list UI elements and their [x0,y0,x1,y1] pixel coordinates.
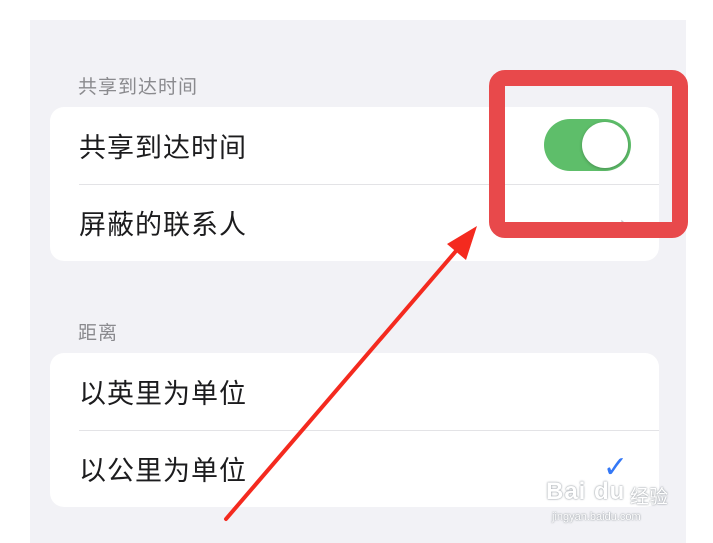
highlight-box [489,70,688,238]
stage: 共享到达时间 共享到达时间 屏蔽的联系人 › 距离 以英里为单位 以公里为单位 … [0,0,713,543]
watermark-brand: Bai du [546,478,626,505]
miles-unit-row[interactable]: 以英里为单位 [50,353,659,430]
share-arrival-time-label: 共享到达时间 [79,133,247,164]
baidu-jingyan-watermark: Bai du 经验 jingyan.baidu.com [546,478,686,528]
section-header-arrival-time: 共享到达时间 [78,76,199,98]
watermark-url: jingyan.baidu.com [552,511,641,523]
watermark-suffix: 经验 [630,486,669,508]
section-header-distance: 距离 [78,322,119,344]
miles-unit-label: 以英里为单位 [79,379,247,410]
blocked-contacts-label: 屏蔽的联系人 [79,210,247,241]
kilometers-unit-label: 以公里为单位 [79,456,247,487]
